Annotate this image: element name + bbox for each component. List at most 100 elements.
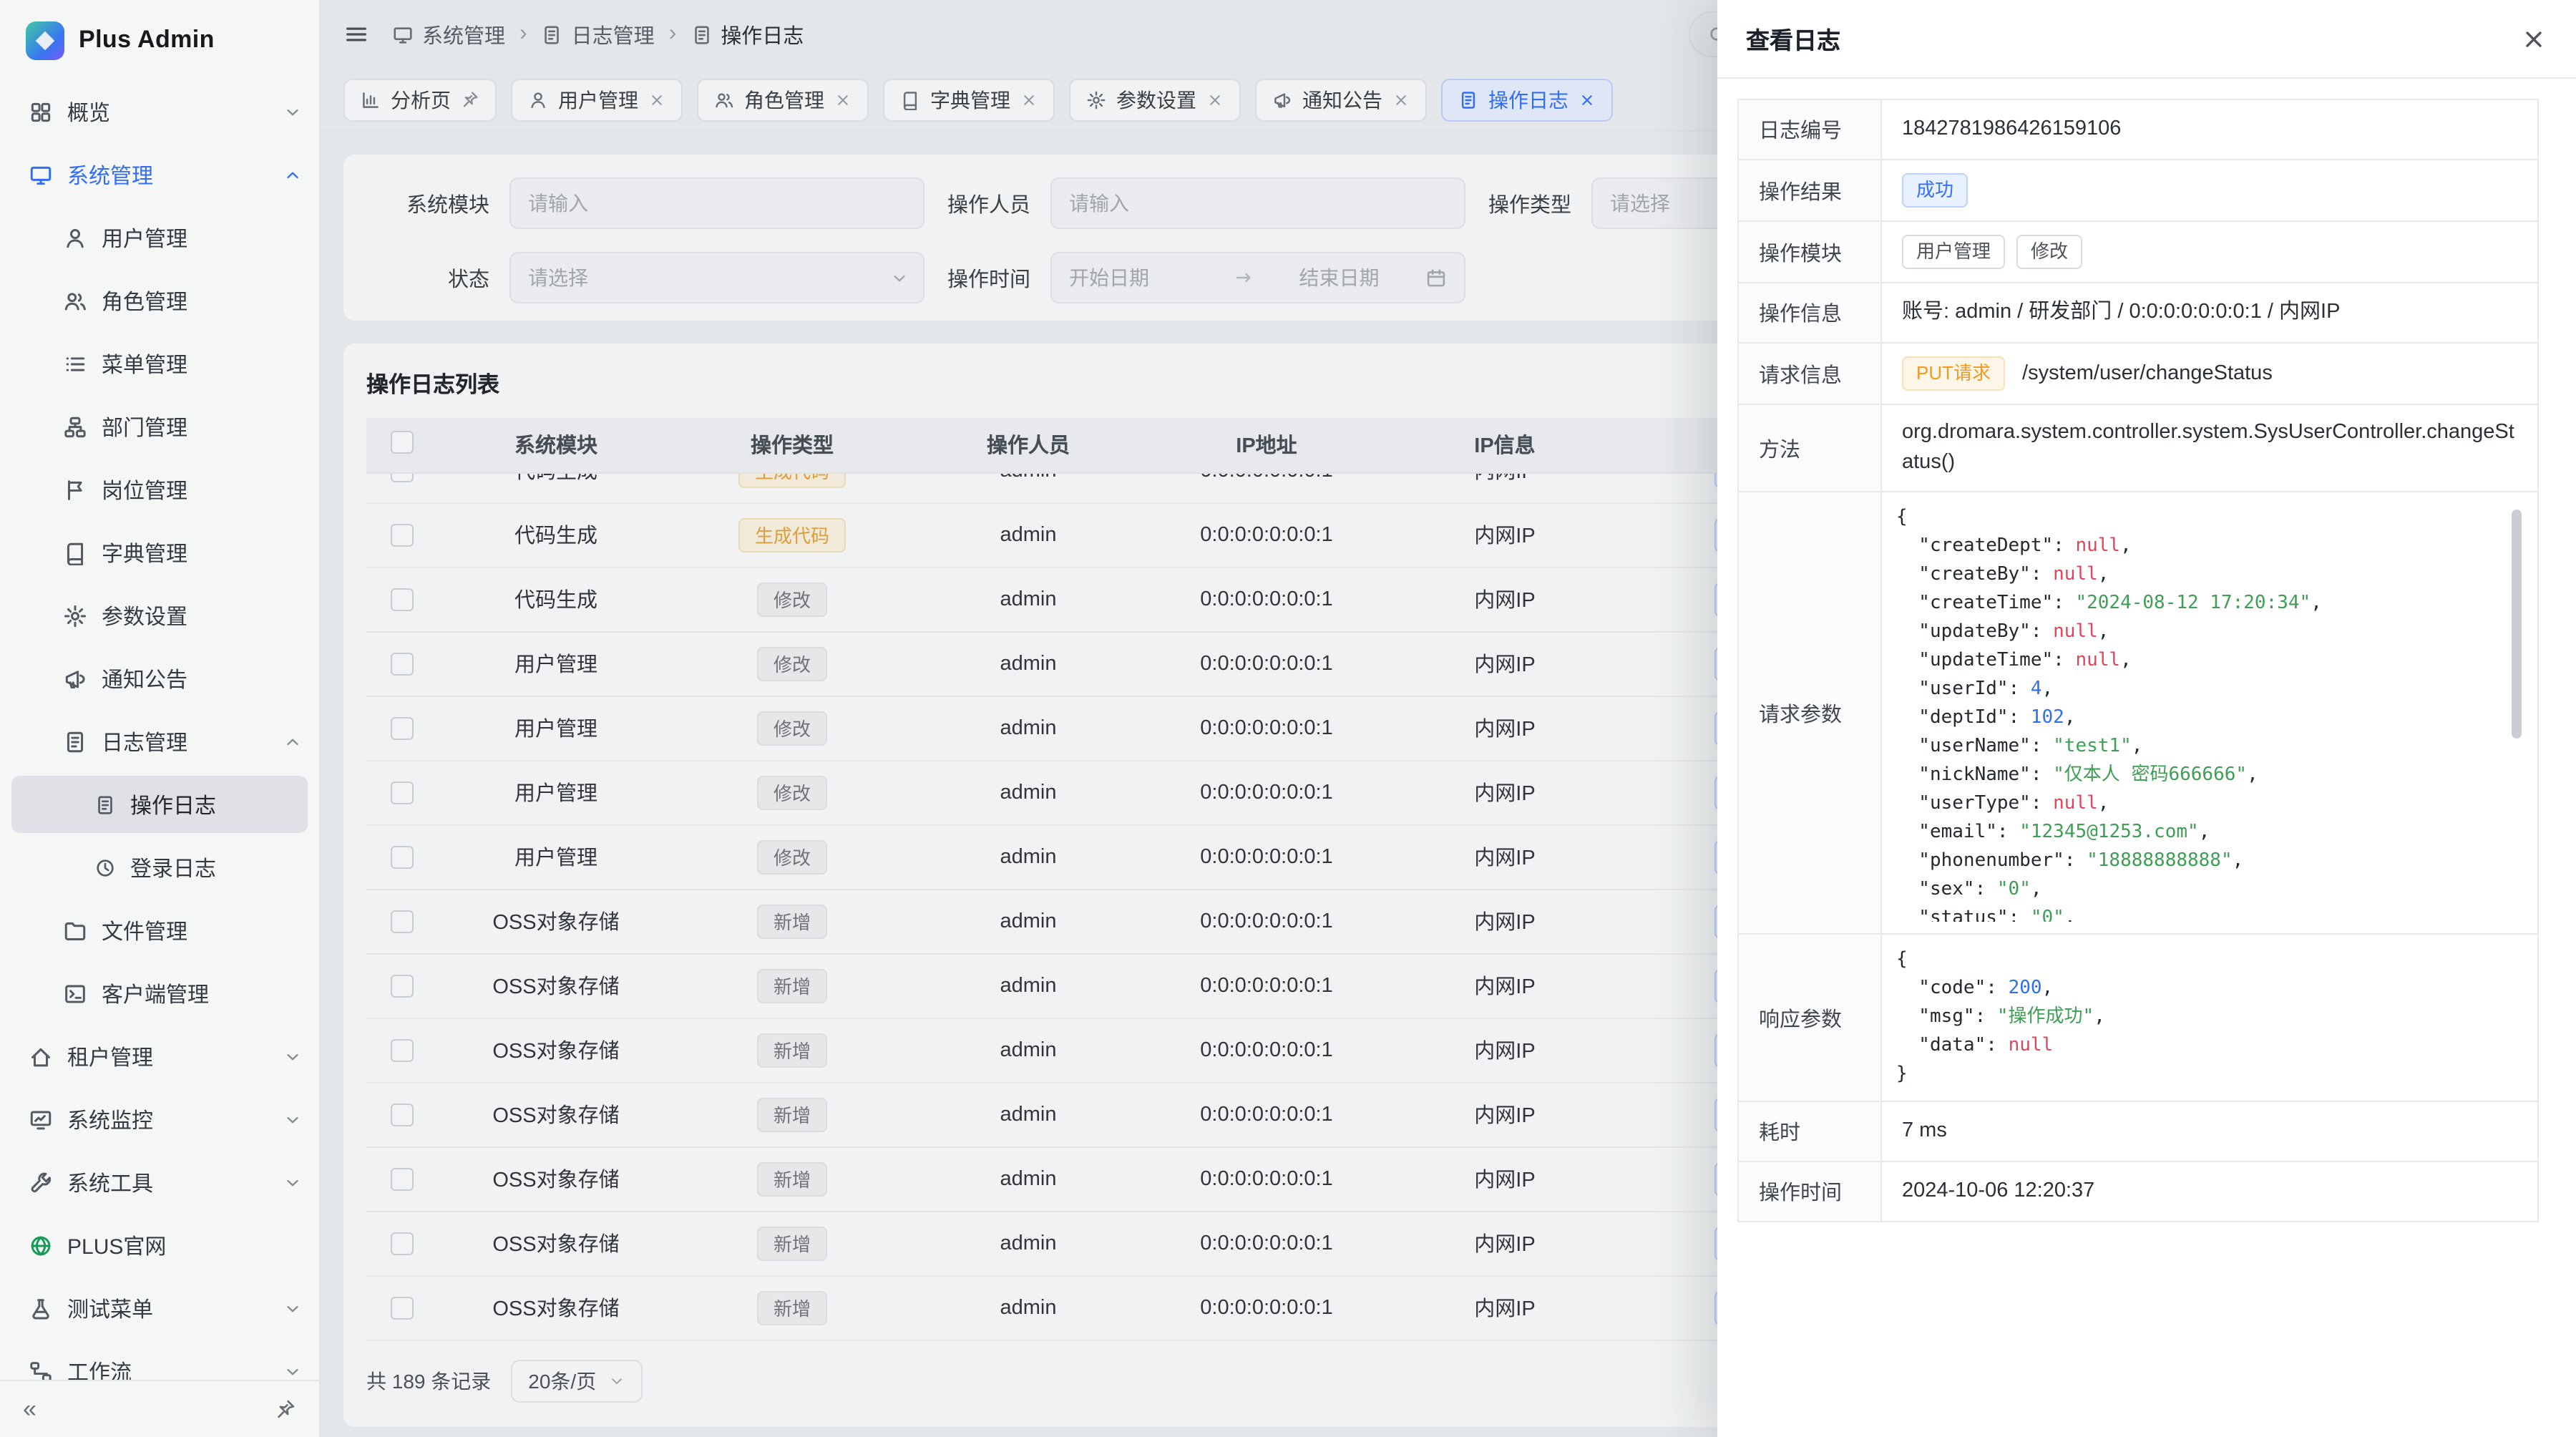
operator-input[interactable]: 请输入 [1050, 177, 1465, 229]
sidebar-item-dict-mgmt[interactable]: 字典管理 [0, 521, 319, 584]
chevron-down-icon [283, 102, 302, 121]
row-checkbox[interactable] [391, 716, 414, 739]
cell-ip: 0:0:0:0:0:0:0:1 [1146, 1212, 1387, 1275]
operation-type-tag: 新增 [758, 1033, 826, 1067]
row-checkbox[interactable] [391, 781, 414, 804]
row-checkbox[interactable] [391, 523, 414, 546]
operation-type-tag: 新增 [758, 1097, 826, 1131]
tab-operation-log[interactable]: 操作日志 [1441, 78, 1613, 121]
tab-user-mgmt[interactable]: 用户管理 [511, 78, 683, 121]
system-module-input[interactable]: 请输入 [509, 177, 924, 229]
tab-notice[interactable]: 通知公告 [1255, 78, 1427, 121]
pin-icon [461, 90, 479, 109]
operation-type-tag: 生成代码 [739, 472, 845, 487]
sidebar-item-operation-log[interactable]: 操作日志 [11, 776, 308, 833]
row-checkbox[interactable] [391, 845, 414, 868]
cell-ip-info: 内网IP [1387, 472, 1623, 502]
chevron-down-icon [283, 1299, 302, 1317]
operation-type-tag: 新增 [758, 968, 826, 1003]
sidebar-item-login-log[interactable]: 登录日志 [0, 836, 319, 899]
logo[interactable]: Plus Admin [0, 0, 319, 80]
row-checkbox[interactable] [391, 1167, 414, 1190]
list-icon [63, 351, 87, 376]
row-checkbox[interactable] [391, 974, 414, 997]
doc-icon [691, 24, 712, 45]
cell-operator: admin [910, 696, 1146, 759]
menu-toggle-icon[interactable] [343, 21, 369, 47]
drawer-value: 2024-10-06 12:20:37 [1902, 1179, 2094, 1202]
sidebar-item-menu-mgmt[interactable]: 菜单管理 [0, 332, 319, 395]
tag: PUT请求 [1902, 356, 2005, 391]
close-tab-icon[interactable] [834, 91, 852, 108]
row-checkbox[interactable] [391, 652, 414, 675]
cell-module: OSS对象存储 [438, 1018, 674, 1081]
cell-ip-info: 内网IP [1387, 1212, 1623, 1275]
tab-analysis[interactable]: 分析页 [343, 78, 497, 121]
tab-dict-mgmt[interactable]: 字典管理 [883, 78, 1055, 121]
close-drawer-button[interactable] [2520, 25, 2547, 52]
operation-type-tag: 修改 [758, 775, 826, 809]
sidebar-item-dept-mgmt[interactable]: 部门管理 [0, 395, 319, 458]
cell-ip-info: 内网IP [1387, 1083, 1623, 1146]
row-checkbox[interactable] [391, 1103, 414, 1126]
users-icon [63, 288, 87, 313]
book-icon [900, 89, 920, 109]
sidebar-item-role-mgmt[interactable]: 角色管理 [0, 269, 319, 332]
sidebar-item-system-monitor[interactable]: 系统监控 [0, 1088, 319, 1151]
sidebar-item-workflow[interactable]: 工作流 [0, 1340, 319, 1380]
sidebar-item-notice[interactable]: 通知公告 [0, 647, 319, 710]
operation-type-tag: 修改 [758, 711, 826, 745]
row-checkbox[interactable] [391, 472, 414, 482]
sidebar-item-param-settings[interactable]: 参数设置 [0, 584, 319, 647]
collapse-sidebar-button[interactable]: « [23, 1397, 36, 1421]
cell-module: OSS对象存储 [438, 1083, 674, 1146]
sidebar-item-overview[interactable]: 概览 [0, 80, 319, 143]
breadcrumb-item-system-mgmt[interactable]: 系统管理 [392, 19, 505, 49]
sidebar-item-plus-website[interactable]: PLUS官网 [0, 1214, 319, 1277]
sidebar-item-log-mgmt[interactable]: 日志管理 [0, 710, 319, 773]
page-size-select[interactable]: 20条/页 [511, 1359, 642, 1402]
breadcrumb-item-log-mgmt[interactable]: 日志管理 [542, 19, 655, 49]
arrow-right-icon [1233, 268, 1253, 288]
sidebar-item-test-menu[interactable]: 测试菜单 [0, 1277, 319, 1340]
sidebar-item-file-mgmt[interactable]: 文件管理 [0, 899, 319, 962]
select-all-checkbox[interactable] [391, 431, 414, 454]
breadcrumb-item-operation-log[interactable]: 操作日志 [691, 19, 804, 49]
cell-ip: 0:0:0:0:0:0:0:1 [1146, 825, 1387, 888]
row-checkbox[interactable] [391, 588, 414, 610]
row-checkbox[interactable] [391, 1038, 414, 1061]
pin-icon[interactable] [275, 1398, 296, 1420]
tag: 用户管理 [1902, 235, 2005, 269]
cell-ip: 0:0:0:0:0:0:0:1 [1146, 1018, 1387, 1081]
close-tab-icon[interactable] [1579, 91, 1596, 108]
sidebar-item-tenant-mgmt[interactable]: 租户管理 [0, 1025, 319, 1088]
tab-param-settings[interactable]: 参数设置 [1069, 78, 1241, 121]
chevron-down-icon [283, 1173, 302, 1192]
doc-icon [94, 794, 116, 815]
close-tab-icon[interactable] [1206, 91, 1224, 108]
row-checkbox[interactable] [391, 910, 414, 932]
tab-role-mgmt[interactable]: 角色管理 [697, 78, 869, 121]
close-tab-icon[interactable] [1392, 91, 1410, 108]
cell-module: 代码生成 [438, 503, 674, 566]
row-checkbox[interactable] [391, 1296, 414, 1319]
sidebar-item-post-mgmt[interactable]: 岗位管理 [0, 458, 319, 521]
sidebar-item-user-mgmt[interactable]: 用户管理 [0, 206, 319, 269]
operation-time-range-picker[interactable]: 开始日期 结束日期 [1050, 252, 1465, 303]
user-icon [528, 89, 548, 109]
sidebar-item-system-tools[interactable]: 系统工具 [0, 1151, 319, 1214]
sidebar-item-client-mgmt[interactable]: 客户端管理 [0, 962, 319, 1025]
cell-ip-info: 内网IP [1387, 1276, 1623, 1339]
log-detail-drawer: 查看日志 日志编号1842781986426159106操作结果成功操作模块用户… [1717, 0, 2576, 1437]
drawer-value: 账号: admin / 研发部门 / 0:0:0:0:0:0:0:1 / 内网I… [1902, 301, 2340, 323]
operation-type-tag: 修改 [758, 582, 826, 616]
scrollbar-thumb[interactable] [2512, 510, 2522, 739]
sidebar-item-system-mgmt[interactable]: 系统管理 [0, 143, 319, 206]
gear-icon [63, 603, 87, 628]
grid-icon [29, 99, 53, 124]
row-checkbox[interactable] [391, 1232, 414, 1255]
status-select[interactable]: 请选择 [509, 252, 924, 303]
cell-operator: admin [910, 1212, 1146, 1275]
close-tab-icon[interactable] [1020, 91, 1038, 108]
close-tab-icon[interactable] [648, 91, 665, 108]
